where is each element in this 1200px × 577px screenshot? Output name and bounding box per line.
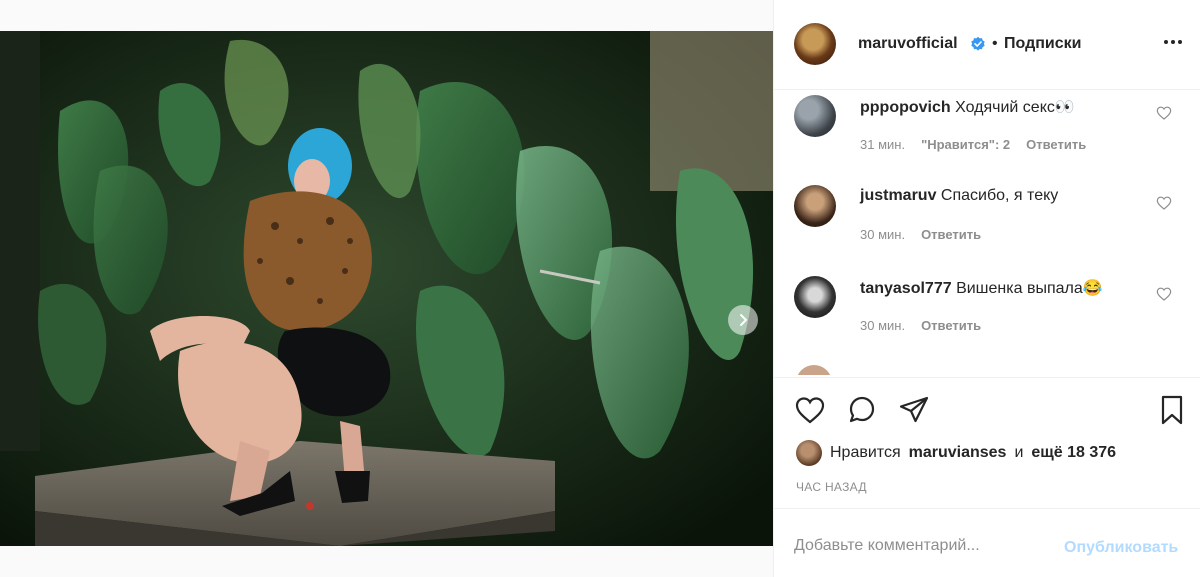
- comment-input[interactable]: [794, 537, 1054, 555]
- post-media[interactable]: [0, 31, 773, 546]
- comment-time: 31 мин.: [860, 137, 906, 152]
- commenter-avatar[interactable]: [794, 185, 836, 227]
- comment-time: 30 мин.: [860, 227, 906, 242]
- heart-icon[interactable]: [1156, 105, 1172, 121]
- add-comment-bar: Опубликовать: [774, 508, 1200, 577]
- following-button[interactable]: Подписки: [1004, 35, 1081, 53]
- comment-item: pppopovich Ходячий секс👀 31 мин. "Нравит…: [774, 91, 1200, 181]
- comment-username[interactable]: pppopovich: [860, 99, 951, 116]
- post-header: maruvofficial • Подписки: [774, 0, 1200, 90]
- commenter-avatar-partial[interactable]: [796, 365, 832, 375]
- comment-text-line: justmaruv Спасибо, я теку: [860, 187, 1058, 205]
- likes-count-link[interactable]: ещё 18 376: [1031, 444, 1116, 462]
- author-avatar[interactable]: [794, 23, 836, 65]
- comment-body: Спасибо, я теку: [940, 187, 1059, 204]
- post-actions: Нравится maruvianses и ещё 18 376 ЧАС НА…: [774, 377, 1200, 507]
- next-slide-button[interactable]: [728, 305, 758, 335]
- comment-text-line: tanyasol777 Вишенка выпала😂: [860, 278, 1103, 298]
- commenter-avatar[interactable]: [794, 95, 836, 137]
- comment-reply-button[interactable]: Ответить: [921, 227, 981, 242]
- comment-username[interactable]: justmaruv: [860, 187, 936, 204]
- author-username[interactable]: maruvofficial: [858, 35, 958, 53]
- post-photo: [0, 31, 773, 546]
- bookmark-icon[interactable]: [1156, 394, 1188, 426]
- likes-summary: Нравится maruvianses и ещё 18 376: [796, 440, 1116, 466]
- heart-icon[interactable]: [1156, 195, 1172, 211]
- liker-username[interactable]: maruvianses: [909, 444, 1007, 462]
- likes-prefix: Нравится: [830, 444, 901, 461]
- liker-avatar[interactable]: [796, 440, 822, 466]
- comment-likes[interactable]: "Нравится": 2: [921, 137, 1010, 152]
- comments-list[interactable]: pppopovich Ходячий секс👀 31 мин. "Нравит…: [774, 91, 1200, 375]
- chevron-right-icon: [740, 314, 747, 326]
- comment-item: tanyasol777 Вишенка выпала😂 30 мин. Отве…: [774, 272, 1200, 362]
- comment-time: 30 мин.: [860, 318, 906, 333]
- instagram-post-page: maruvofficial • Подписки pppopovich Ходя…: [0, 0, 1200, 577]
- comment-meta: 30 мин. Ответить: [860, 318, 981, 333]
- comment-body: Вишенка выпала😂: [956, 280, 1103, 297]
- post-timestamp[interactable]: ЧАС НАЗАД: [796, 480, 867, 494]
- comment-icon[interactable]: [846, 394, 878, 426]
- share-icon[interactable]: [898, 394, 930, 426]
- comment-meta: 31 мин. "Нравится": 2 Ответить: [860, 137, 1086, 152]
- comment-body: Ходячий секс👀: [955, 99, 1075, 116]
- comment-reply-button[interactable]: Ответить: [1026, 137, 1086, 152]
- comment-meta: 30 мин. Ответить: [860, 227, 981, 242]
- likes-conjunction: и: [1014, 444, 1024, 461]
- comment-text-line: pppopovich Ходячий секс👀: [860, 97, 1075, 117]
- post-sidebar: maruvofficial • Подписки pppopovich Ходя…: [773, 0, 1200, 577]
- header-separator: •: [992, 35, 998, 52]
- more-options-icon[interactable]: [1164, 40, 1182, 44]
- verified-badge-icon: [971, 36, 985, 51]
- heart-icon[interactable]: [1156, 286, 1172, 302]
- comment-item: justmaruv Спасибо, я теку 30 мин. Ответи…: [774, 181, 1200, 271]
- publish-button[interactable]: Опубликовать: [1064, 539, 1178, 557]
- comment-username[interactable]: tanyasol777: [860, 280, 952, 297]
- commenter-avatar[interactable]: [794, 276, 836, 318]
- heart-icon[interactable]: [794, 394, 826, 426]
- comment-reply-button[interactable]: Ответить: [921, 318, 981, 333]
